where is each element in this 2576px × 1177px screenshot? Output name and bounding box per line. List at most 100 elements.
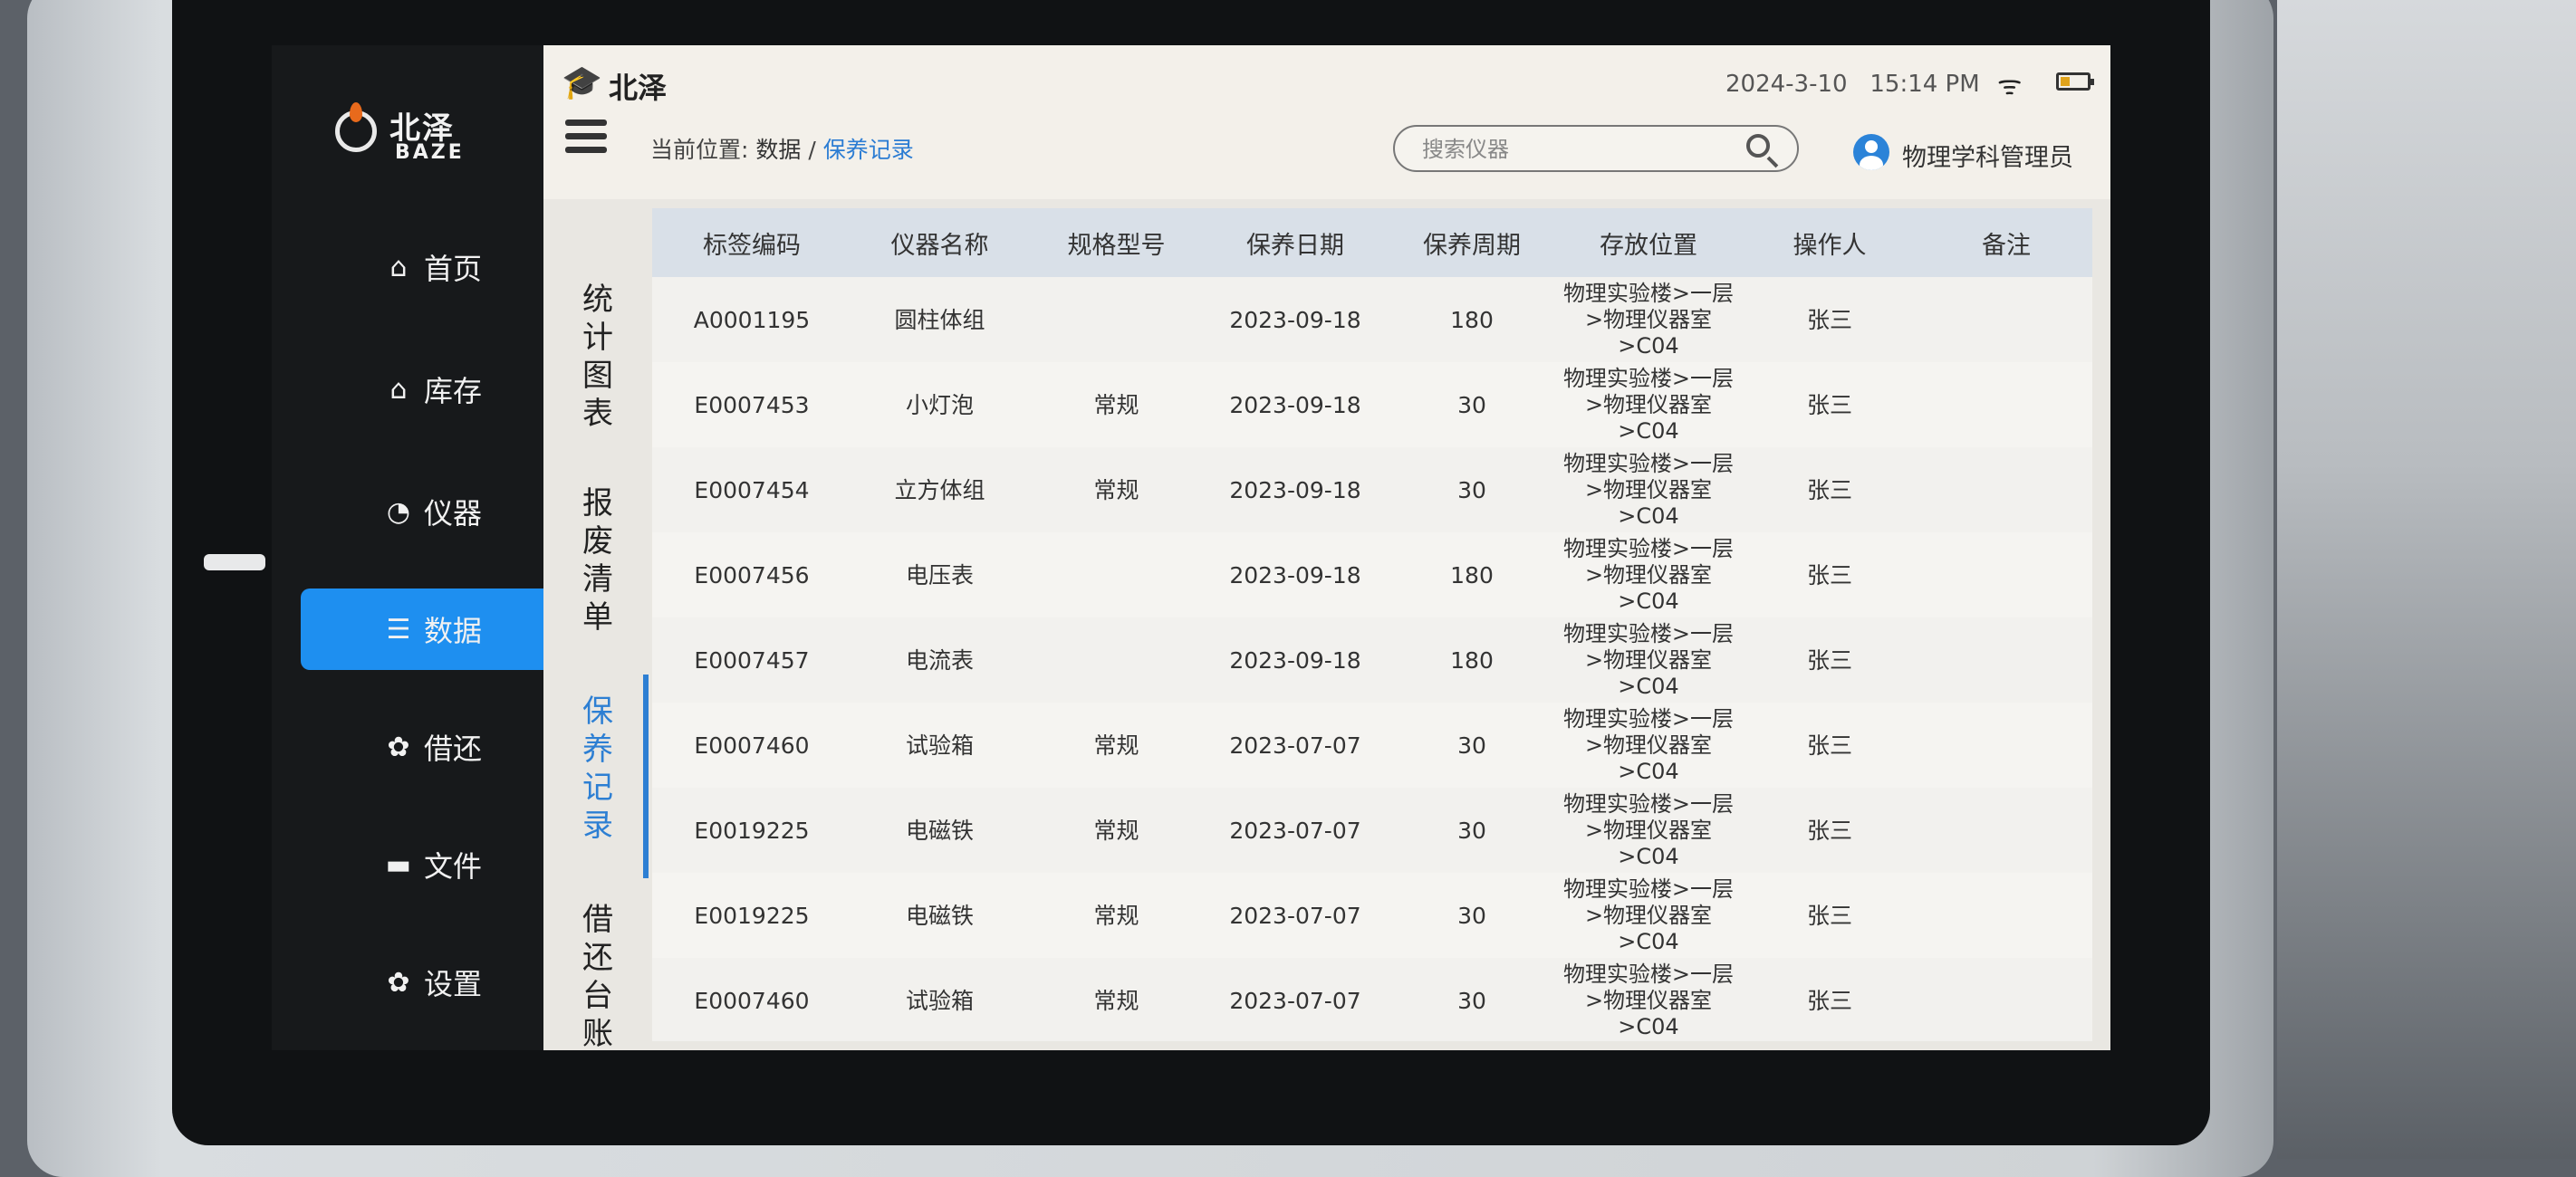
table-cell: 电磁铁	[905, 817, 974, 844]
table-cell: 常规	[1093, 902, 1139, 929]
table-cell	[1920, 617, 2092, 703]
status-date: 2024-3-10	[1725, 71, 1848, 98]
table-cell: 180	[1450, 646, 1494, 674]
gauge-icon: ◔	[386, 495, 411, 528]
table-cell: 物理实验楼>一层>物理仪器室>C04	[1562, 620, 1735, 699]
table-cell: A0001195	[693, 306, 811, 333]
table-cell: 30	[1457, 732, 1486, 759]
table-cell: 180	[1450, 306, 1494, 333]
table-cell: E0019225	[694, 902, 810, 929]
table-cell: 物理实验楼>一层>物理仪器室>C04	[1562, 365, 1735, 444]
nav-item-inventory[interactable]: ⌂ 库存	[301, 349, 563, 430]
table-cell: 张三	[1806, 391, 1852, 418]
table-cell: 常规	[1093, 391, 1139, 418]
content-area: 统计图表 报废清单 保养记录 借还台账 标签编码 仪器名称 规格型号 保养日期	[543, 199, 2110, 1053]
nav-item-instruments[interactable]: ◔ 仪器	[301, 471, 563, 552]
data-table: 标签编码 仪器名称 规格型号 保养日期 保养周期 存放位置 操作人 备注 A00…	[652, 208, 2092, 1041]
active-tab-indicator	[643, 675, 649, 878]
column-header[interactable]: 仪器名称	[851, 208, 1028, 277]
nav-item-data[interactable]: ☰ 数据	[301, 588, 563, 670]
column-header[interactable]: 保养日期	[1205, 208, 1386, 277]
table-cell: 立方体组	[894, 476, 985, 503]
table-row[interactable]: E0007456 电压表 2023-09-18 180 物理实验楼>一层>物理仪器室>C…	[652, 532, 2092, 617]
nav-item-label: 文件	[423, 849, 482, 884]
table-cell: 张三	[1806, 902, 1852, 929]
table-cell: 常规	[1093, 732, 1139, 759]
table-cell	[1028, 277, 1205, 362]
table-cell: E0019225	[694, 817, 810, 844]
table-cell: 2023-09-18	[1229, 391, 1361, 418]
menu-icon[interactable]	[565, 120, 607, 156]
table-cell: 物理实验楼>一层>物理仪器室>C04	[1562, 535, 1735, 614]
search-box	[1393, 125, 1799, 172]
nav-item-borrow-return[interactable]: ✿ 借还	[301, 706, 563, 788]
table-row[interactable]: E0007454 立方体组 常规 2023-09-18 30 物理实验楼>一层>物理仪器室…	[652, 447, 2092, 532]
table-cell: 物理实验楼>一层>物理仪器室>C04	[1562, 450, 1735, 529]
table-cell: 小灯泡	[905, 391, 974, 418]
wifi-icon: ᯤ	[1997, 70, 2023, 101]
tab-maintenance-records[interactable]: 保养记录	[571, 693, 625, 845]
column-header[interactable]: 保养周期	[1386, 208, 1558, 277]
table-cell: 物理实验楼>一层>物理仪器室>C04	[1562, 790, 1735, 869]
tab-statistics-charts[interactable]: 统计图表	[571, 281, 625, 433]
nav-item-label: 数据	[423, 614, 482, 648]
table-cell: E0007460	[694, 987, 810, 1014]
tab-borrow-return-ledger[interactable]: 借还台账	[571, 901, 625, 1053]
logo-text-en: BAZE	[395, 141, 465, 164]
table-header-row: 标签编码 仪器名称 规格型号 保养日期 保养周期 存放位置 操作人 备注	[652, 208, 2092, 277]
table-cell	[1920, 447, 2092, 532]
table-cell: 常规	[1093, 817, 1139, 844]
table-row[interactable]: A0001195 圆柱体组 2023-09-18 180 物理实验楼>一层>物理仪器室>…	[652, 277, 2092, 362]
table-cell: 30	[1457, 902, 1486, 929]
table-cell: 30	[1457, 391, 1486, 418]
table-cell: 180	[1450, 561, 1494, 588]
table-row[interactable]: E0019225 电磁铁 常规 2023-07-07 30 物理实验楼>一层>物理仪器室>…	[652, 873, 2092, 958]
breadcrumb-link[interactable]: 保养记录	[823, 137, 914, 163]
sidebar: 北泽 BAZE ⌂ 首页 ⌂ 库存 ◔ 仪器 ☰ 数据 ✿ 借还 ▬ 文件 ✿ …	[272, 45, 563, 1050]
table-cell: 圆柱体组	[894, 306, 985, 333]
column-header[interactable]: 存放位置	[1558, 208, 1739, 277]
nav-item-label: 仪器	[423, 496, 482, 531]
table-cell: 2023-07-07	[1229, 902, 1361, 929]
nav-item-label: 设置	[423, 967, 482, 1001]
tab-scrap-list[interactable]: 报废清单	[571, 484, 625, 636]
table-cell: E0007460	[694, 732, 810, 759]
table-row[interactable]: E0007460 试验箱 常规 2023-07-07 30 物理实验楼>一层>物理仪器室>…	[652, 958, 2092, 1041]
avatar[interactable]	[1853, 134, 1889, 170]
logo-mark-icon	[335, 102, 377, 152]
table-row[interactable]: E0007453 小灯泡 常规 2023-09-18 30 物理实验楼>一层>物理仪器室>…	[652, 362, 2092, 447]
column-header[interactable]: 规格型号	[1028, 208, 1205, 277]
breadcrumb-current[interactable]: 数据	[755, 137, 801, 163]
user-name[interactable]: 物理学科管理员	[1902, 138, 2073, 173]
table-cell: 张三	[1806, 306, 1852, 333]
nav-item-label: 借还	[423, 732, 482, 766]
table-row[interactable]: E0007457 电流表 2023-09-18 180 物理实验楼>一层>物理仪器室>C…	[652, 617, 2092, 703]
search-input[interactable]	[1420, 132, 1732, 167]
database-icon: ☰	[386, 613, 411, 646]
search-icon[interactable]	[1746, 134, 1770, 158]
table-cell: E0007453	[694, 391, 810, 418]
column-header[interactable]: 标签编码	[652, 208, 851, 277]
table-cell: 2023-07-07	[1229, 732, 1361, 759]
column-header[interactable]: 备注	[1920, 208, 2092, 277]
table-row[interactable]: E0019225 电磁铁 常规 2023-07-07 30 物理实验楼>一层>物理仪器室>…	[652, 788, 2092, 873]
table-row[interactable]: E0007460 试验箱 常规 2023-07-07 30 物理实验楼>一层>物理仪器室>…	[652, 703, 2092, 788]
table-cell: 电流表	[905, 646, 974, 674]
table-cell	[1920, 958, 2092, 1041]
table-cell: 物理实验楼>一层>物理仪器室>C04	[1562, 876, 1735, 954]
nav-item-home[interactable]: ⌂ 首页	[301, 226, 563, 308]
table-cell: 试验箱	[905, 987, 974, 1014]
table-cell: 2023-09-18	[1229, 306, 1361, 333]
table-cell: 张三	[1806, 987, 1852, 1014]
nav-item-files[interactable]: ▬ 文件	[301, 824, 563, 905]
table-cell: 物理实验楼>一层>物理仪器室>C04	[1562, 705, 1735, 784]
table-cell: 常规	[1093, 987, 1139, 1014]
table-cell: 2023-09-18	[1229, 561, 1361, 588]
table-cell: 电磁铁	[905, 902, 974, 929]
table-cell	[1920, 873, 2092, 958]
column-header[interactable]: 操作人	[1739, 208, 1920, 277]
breadcrumb-separator: /	[808, 137, 816, 163]
nav-item-settings[interactable]: ✿ 设置	[301, 942, 563, 1023]
table-cell: 电压表	[905, 561, 974, 588]
table-cell: 张三	[1806, 817, 1852, 844]
